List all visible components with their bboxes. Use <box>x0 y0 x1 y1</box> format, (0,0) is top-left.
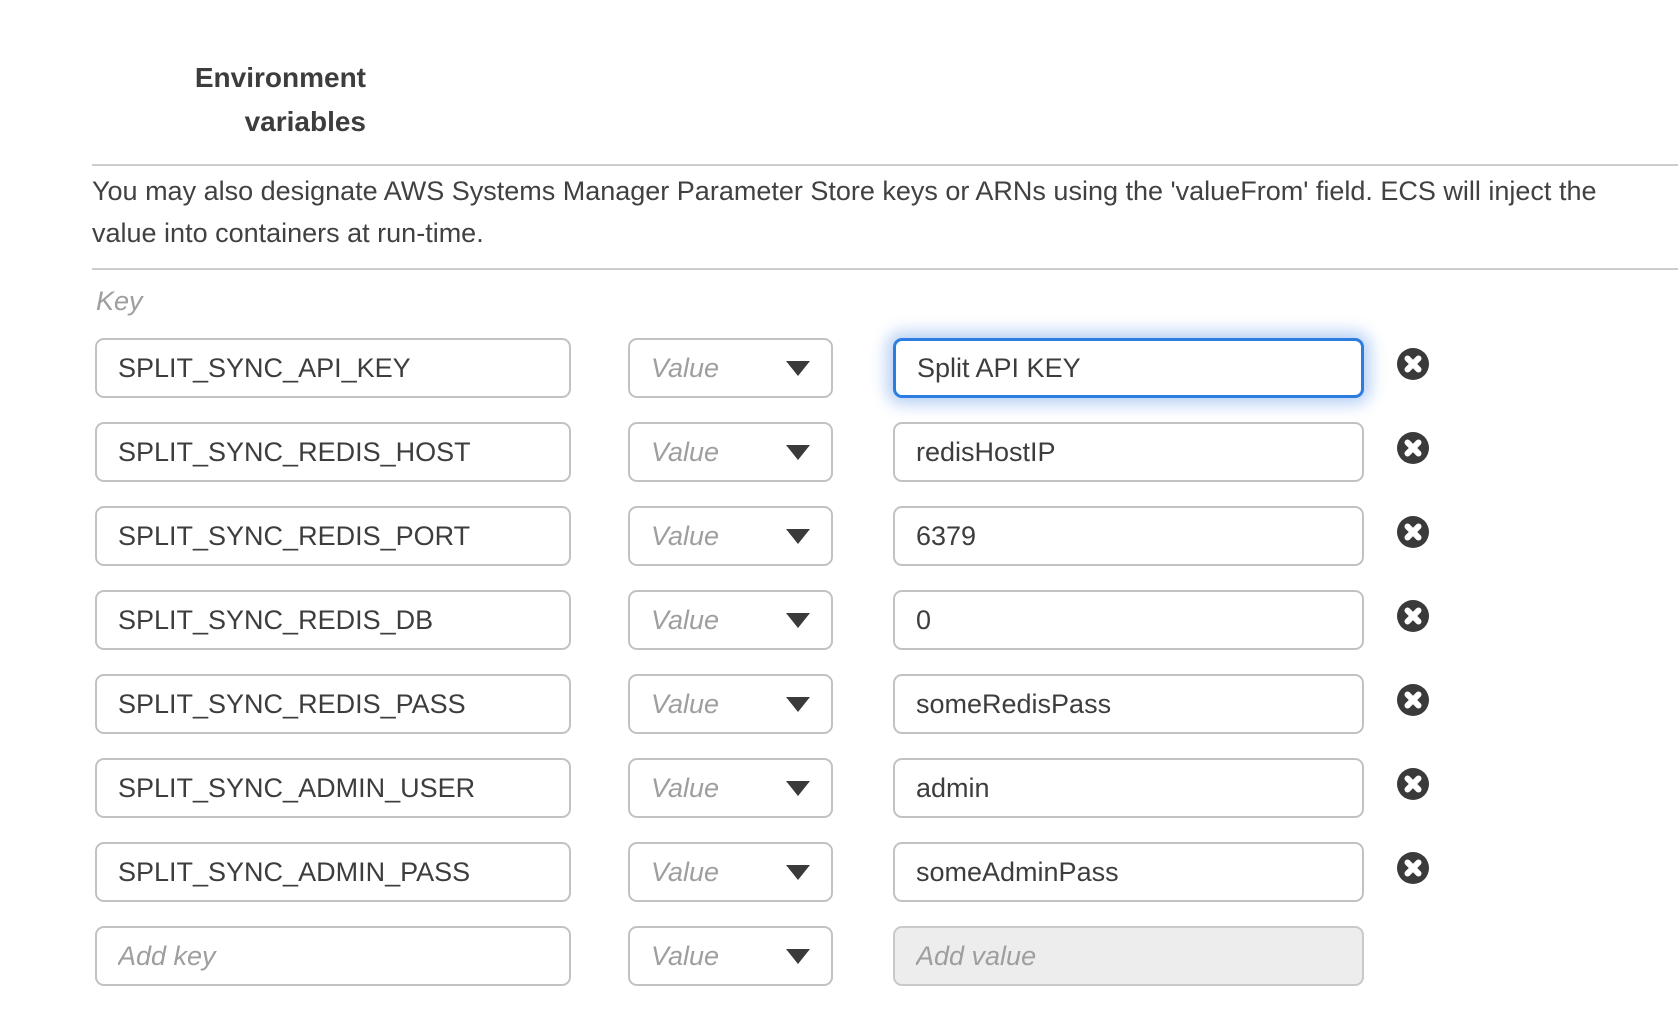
remove-row-button[interactable] <box>1396 515 1430 549</box>
remove-row-button[interactable] <box>1396 683 1430 717</box>
remove-row-button[interactable] <box>1396 347 1430 381</box>
env-var-row: Value <box>0 590 1678 650</box>
chevron-down-icon <box>786 865 810 880</box>
x-circle-icon <box>1396 767 1430 801</box>
description-text: You may also designate AWS Systems Manag… <box>92 170 1627 254</box>
env-var-row: Value <box>0 758 1678 818</box>
env-value-input[interactable] <box>893 758 1364 818</box>
value-type-label: Value <box>651 353 719 384</box>
x-circle-icon <box>1396 431 1430 465</box>
chevron-down-icon <box>786 445 810 460</box>
env-value-input[interactable] <box>893 506 1364 566</box>
section-label: Environment variables <box>0 56 366 144</box>
value-type-label: Value <box>651 941 719 972</box>
env-key-input[interactable] <box>95 506 571 566</box>
env-var-row: Value <box>0 674 1678 734</box>
chevron-down-icon <box>786 361 810 376</box>
x-circle-icon <box>1396 683 1430 717</box>
value-type-select[interactable]: Value <box>628 758 833 818</box>
x-circle-icon <box>1396 347 1430 381</box>
divider-middle <box>92 268 1678 270</box>
divider-top <box>92 164 1678 166</box>
env-key-input[interactable] <box>95 842 571 902</box>
env-var-row: Value <box>0 338 1678 398</box>
section-label-line1: Environment <box>0 56 366 100</box>
remove-row-button[interactable] <box>1396 767 1430 801</box>
env-var-row: Value <box>0 422 1678 482</box>
remove-row-button[interactable] <box>1396 851 1430 885</box>
value-type-label: Value <box>651 605 719 636</box>
env-value-input[interactable] <box>893 842 1364 902</box>
value-type-label: Value <box>651 521 719 552</box>
chevron-down-icon <box>786 613 810 628</box>
env-value-input[interactable] <box>893 674 1364 734</box>
value-type-label: Value <box>651 437 719 468</box>
env-key-input[interactable] <box>95 338 571 398</box>
remove-row-button[interactable] <box>1396 431 1430 465</box>
add-env-var-row: Value <box>0 926 1678 986</box>
x-circle-icon <box>1396 599 1430 633</box>
env-value-input[interactable] <box>893 422 1364 482</box>
remove-row-button[interactable] <box>1396 599 1430 633</box>
chevron-down-icon <box>786 697 810 712</box>
value-type-select[interactable]: Value <box>628 506 833 566</box>
value-type-select[interactable]: Value <box>628 422 833 482</box>
chevron-down-icon <box>786 781 810 796</box>
env-value-input[interactable] <box>893 590 1364 650</box>
value-type-select[interactable]: Value <box>628 926 833 986</box>
value-type-label: Value <box>651 773 719 804</box>
env-key-input[interactable] <box>95 674 571 734</box>
env-value-input[interactable] <box>893 338 1364 398</box>
chevron-down-icon <box>786 529 810 544</box>
value-type-select[interactable]: Value <box>628 842 833 902</box>
add-value-input <box>893 926 1364 986</box>
env-key-input[interactable] <box>95 590 571 650</box>
value-type-label: Value <box>651 689 719 720</box>
value-type-select[interactable]: Value <box>628 590 833 650</box>
env-key-input[interactable] <box>95 422 571 482</box>
x-circle-icon <box>1396 515 1430 549</box>
value-type-label: Value <box>651 857 719 888</box>
chevron-down-icon <box>786 949 810 964</box>
x-circle-icon <box>1396 851 1430 885</box>
section-label-line2: variables <box>0 100 366 144</box>
value-type-select[interactable]: Value <box>628 338 833 398</box>
env-key-input[interactable] <box>95 758 571 818</box>
add-key-input[interactable] <box>95 926 571 986</box>
env-var-row: Value <box>0 842 1678 902</box>
environment-variables-form: Environment variables You may also desig… <box>0 0 1678 1018</box>
env-var-row: Value <box>0 506 1678 566</box>
value-type-select[interactable]: Value <box>628 674 833 734</box>
key-column-label: Key <box>96 286 143 317</box>
